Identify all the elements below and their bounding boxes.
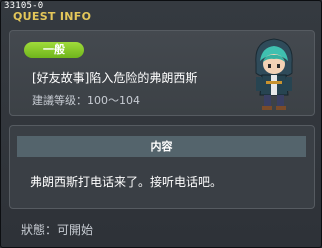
content-header: 内容 (17, 136, 306, 157)
quest-info-window: 33105-0 QUEST INFO 一般 [好友故事]陷入危险的弗朗西斯 建議… (0, 0, 322, 248)
quest-status: 狀態：可開始 (21, 223, 94, 237)
quest-type-badge: 一般 (24, 42, 84, 58)
quest-content-panel: 内容 弗朗西斯打电话来了。接听电话吧。 (9, 125, 315, 209)
quest-name: [好友故事]陷入危险的弗朗西斯 (32, 71, 198, 85)
quest-info-panel: 一般 [好友故事]陷入危险的弗朗西斯 建議等级：100～104 (9, 30, 315, 116)
npc-portrait (255, 38, 293, 110)
window-title: QUEST INFO (13, 10, 92, 23)
content-text: 弗朗西斯打电话来了。接听电话吧。 (30, 175, 223, 189)
recommended-level: 建議等级：100～104 (32, 94, 140, 107)
